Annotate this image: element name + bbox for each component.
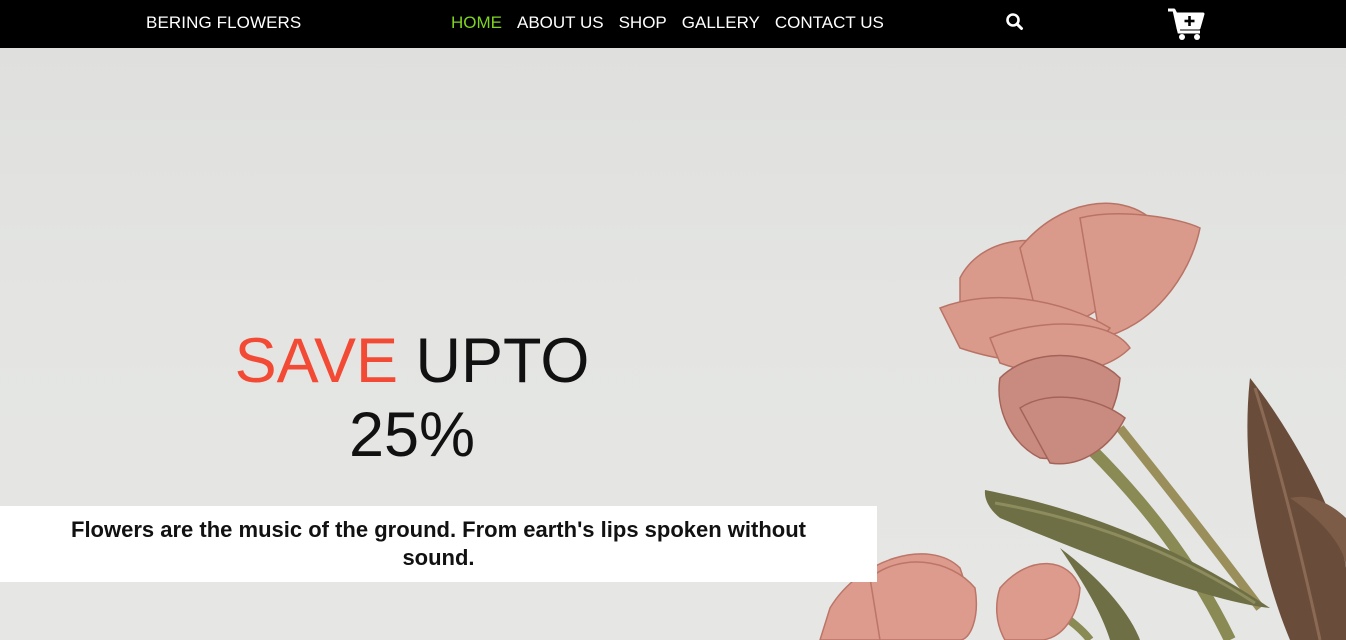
nav-link-contact-us[interactable]: CONTACT US bbox=[775, 13, 884, 32]
cart-button[interactable] bbox=[1166, 6, 1206, 42]
search-button[interactable] bbox=[1004, 11, 1026, 33]
promo-upto-word: UPTO bbox=[415, 326, 590, 396]
brand-name[interactable]: BERING FLOWERS bbox=[146, 13, 301, 33]
cart-plus-icon bbox=[1168, 8, 1205, 40]
flower-quote: Flowers are the music of the ground. Fro… bbox=[71, 517, 806, 570]
nav-link-about-us[interactable]: ABOUT US bbox=[517, 13, 604, 32]
nav-link-shop[interactable]: SHOP bbox=[619, 13, 667, 32]
nav-menu: HOME ABOUT US SHOP GALLERY CONTACT US bbox=[451, 13, 884, 33]
search-icon bbox=[1006, 13, 1023, 30]
promo-amount: 25% bbox=[348, 400, 476, 470]
nav-link-gallery[interactable]: GALLERY bbox=[682, 13, 760, 32]
nav-link-home[interactable]: HOME bbox=[451, 13, 502, 32]
quote-banner: Flowers are the music of the ground. Fro… bbox=[0, 506, 877, 582]
promo-headline: SAVE UPTO 25% bbox=[200, 324, 624, 472]
hero-banner: SAVE UPTO 25% Flowers are the music of t… bbox=[0, 48, 1346, 640]
top-navbar: BERING FLOWERS HOME ABOUT US SHOP GALLER… bbox=[0, 0, 1346, 48]
promo-save-word: SAVE bbox=[234, 326, 398, 396]
